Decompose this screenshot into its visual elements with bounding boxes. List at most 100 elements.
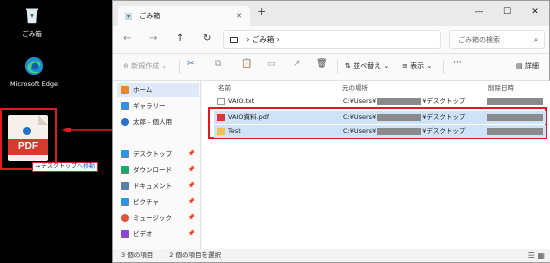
pin-icon: 📌 bbox=[187, 150, 195, 157]
back-icon[interactable]: ← bbox=[123, 33, 131, 44]
redacted-username bbox=[377, 113, 422, 121]
sidebar-item-onedrive[interactable]: 太郎 - 個人用 bbox=[121, 115, 199, 129]
column-header-original-location[interactable]: 元の場所 bbox=[342, 82, 368, 92]
pdf-file-icon: PDF bbox=[8, 115, 48, 161]
up-icon[interactable]: ↑ bbox=[176, 33, 184, 44]
edge-icon bbox=[25, 57, 43, 75]
title-bar: ごみ箱 ✕ + — ☐ ✕ bbox=[113, 1, 549, 26]
search-icon: ⌕ bbox=[534, 36, 538, 44]
date-deleted-redacted bbox=[487, 128, 543, 135]
new-button[interactable]: ⊕ 新規作成 ⌄ bbox=[123, 61, 167, 71]
edge-label: Microsoft Edge bbox=[9, 80, 58, 88]
selected-count: 2 個の項目を選択 bbox=[169, 251, 221, 259]
sidebar-item-label: ドキュメント bbox=[133, 182, 172, 190]
column-header-name[interactable]: 名前 bbox=[218, 82, 231, 92]
sidebar-item-downloads[interactable]: ダウンロード 📌 bbox=[121, 163, 199, 177]
cut-icon[interactable]: ✂ bbox=[187, 59, 195, 69]
tab-recycle-bin[interactable]: ごみ箱 ✕ bbox=[118, 6, 250, 26]
original-location: C:¥Users¥ ¥デスクトップ bbox=[343, 113, 466, 121]
sidebar-item-documents[interactable]: ドキュメント 📌 bbox=[121, 179, 199, 193]
edge-desktop-icon[interactable]: Microsoft Edge bbox=[4, 56, 64, 88]
share-icon[interactable]: ↗ bbox=[293, 59, 301, 69]
date-deleted-redacted bbox=[487, 98, 543, 105]
more-options-icon[interactable]: ··· bbox=[453, 58, 462, 68]
command-bar: ⊕ 新規作成 ⌄ ✂ ⧉ 📋 ▭ ↗ 🗑 ⇅ 並べ替え ⌄ ≡ 表示 ⌄ ···… bbox=[113, 54, 549, 81]
video-icon bbox=[121, 230, 129, 238]
sidebar-item-music[interactable]: ミュージック 📌 bbox=[121, 211, 199, 225]
gallery-icon bbox=[121, 102, 129, 110]
monitor-icon bbox=[230, 37, 238, 43]
breadcrumb-sep: › bbox=[276, 35, 280, 44]
view-toggle-icons[interactable]: ☰ ▦ bbox=[528, 249, 545, 262]
navigation-pane: ホーム ギャラリー 太郎 - 個人用 デスクトップ 📌 ダウンロード 📌 ドキュメン… bbox=[113, 81, 201, 251]
view-button[interactable]: ≡ 表示 ⌄ bbox=[402, 61, 432, 71]
refresh-icon[interactable]: ↻ bbox=[203, 33, 211, 44]
folder-icon bbox=[217, 128, 225, 135]
documents-icon bbox=[121, 182, 129, 190]
item-count: 3 個の項目 bbox=[121, 251, 154, 259]
status-bar: 3 個の項目 2 個の項目を選択 ☰ ▦ bbox=[113, 249, 550, 262]
move-action: へ移動 bbox=[77, 163, 96, 170]
pin-icon: 📌 bbox=[187, 230, 195, 237]
move-arrow-glyph: → bbox=[35, 163, 41, 170]
move-tooltip: →デスクトップへ移動 bbox=[32, 162, 99, 172]
sort-button[interactable]: ⇅ 並べ替え ⌄ bbox=[345, 61, 389, 71]
cloud-icon bbox=[121, 118, 129, 126]
recycle-bin-label: ごみ箱 bbox=[22, 30, 42, 38]
maximize-button[interactable]: ☐ bbox=[493, 1, 521, 26]
breadcrumb-sep: › bbox=[246, 35, 250, 44]
move-target: デスクトップ bbox=[41, 163, 78, 170]
sidebar-item-desktop[interactable]: デスクトップ 📌 bbox=[121, 147, 199, 161]
new-tab-button[interactable]: + bbox=[257, 5, 266, 18]
date-deleted-redacted bbox=[487, 114, 543, 121]
pdf-file-icon bbox=[217, 114, 225, 121]
delete-icon[interactable]: 🗑 bbox=[316, 59, 327, 69]
breadcrumb[interactable]: › ごみ箱 › bbox=[223, 30, 441, 49]
redacted-username bbox=[377, 97, 422, 105]
sidebar-item-label: ギャラリー bbox=[133, 102, 166, 110]
pin-icon: 📌 bbox=[187, 166, 195, 173]
sidebar-item-label: 太郎 - 個人用 bbox=[133, 118, 172, 126]
pictures-icon bbox=[121, 198, 129, 206]
explorer-window: ごみ箱 ✕ + — ☐ ✕ ← → ↑ ↻ › ごみ箱 › ごみ箱の検索 ⌕ ⊕… bbox=[112, 0, 550, 263]
search-input[interactable]: ごみ箱の検索 ⌕ bbox=[449, 30, 545, 49]
breadcrumb-location[interactable]: ごみ箱 bbox=[252, 35, 275, 44]
sidebar-item-label: ビデオ bbox=[133, 230, 153, 238]
home-icon bbox=[121, 86, 129, 94]
rename-icon[interactable]: ▭ bbox=[267, 59, 276, 69]
sidebar-item-label: デスクトップ bbox=[133, 150, 172, 158]
paste-icon[interactable]: 📋 bbox=[241, 59, 252, 69]
sidebar-item-label: ミュージック bbox=[133, 214, 172, 222]
pin-icon: 📌 bbox=[187, 182, 195, 189]
minimize-button[interactable]: — bbox=[465, 1, 493, 26]
column-header-date-deleted[interactable]: 削除日時 bbox=[488, 82, 514, 92]
sidebar-item-home[interactable]: ホーム bbox=[117, 83, 199, 97]
sidebar-item-label: ピクチャ bbox=[133, 198, 159, 206]
pdf-icon-text: PDF bbox=[8, 139, 48, 155]
redacted-username bbox=[377, 127, 422, 135]
download-icon bbox=[121, 166, 129, 174]
pin-icon: 📌 bbox=[187, 214, 195, 221]
sidebar-item-gallery[interactable]: ギャラリー bbox=[121, 99, 199, 113]
recycle-bin-icon bbox=[26, 8, 38, 24]
recycle-bin-icon bbox=[125, 13, 132, 20]
sidebar-item-label: ホーム bbox=[133, 86, 153, 94]
table-row[interactable]: VAIO資料.pdf C:¥Users¥ ¥デスクトップ bbox=[214, 111, 546, 124]
file-list: 名前 元の場所 削除日時 VAIO.txt C:¥Users¥ ¥デスクトップ V… bbox=[202, 81, 550, 251]
pdf-desktop-icon[interactable]: PDF bbox=[0, 108, 57, 170]
file-name: Test bbox=[228, 127, 241, 135]
details-button[interactable]: ▤ 詳細 bbox=[516, 61, 539, 71]
sidebar-item-videos[interactable]: ビデオ 📌 bbox=[121, 227, 199, 241]
original-location: C:¥Users¥ ¥デスクトップ bbox=[343, 127, 466, 135]
table-row[interactable]: Test C:¥Users¥ ¥デスクトップ bbox=[214, 125, 546, 138]
sidebar-item-label: ダウンロード bbox=[133, 166, 172, 174]
sidebar-item-pictures[interactable]: ピクチャ 📌 bbox=[121, 195, 199, 209]
desktop-icon bbox=[121, 150, 129, 158]
forward-icon[interactable]: → bbox=[149, 33, 157, 44]
recycle-bin-desktop-icon[interactable]: ごみ箱 bbox=[2, 6, 62, 38]
tab-close-icon[interactable]: ✕ bbox=[236, 6, 242, 26]
copy-icon[interactable]: ⧉ bbox=[215, 59, 221, 69]
close-button[interactable]: ✕ bbox=[521, 1, 549, 26]
file-name: VAIO資料.pdf bbox=[228, 113, 270, 121]
tab-title: ごみ箱 bbox=[139, 12, 161, 20]
